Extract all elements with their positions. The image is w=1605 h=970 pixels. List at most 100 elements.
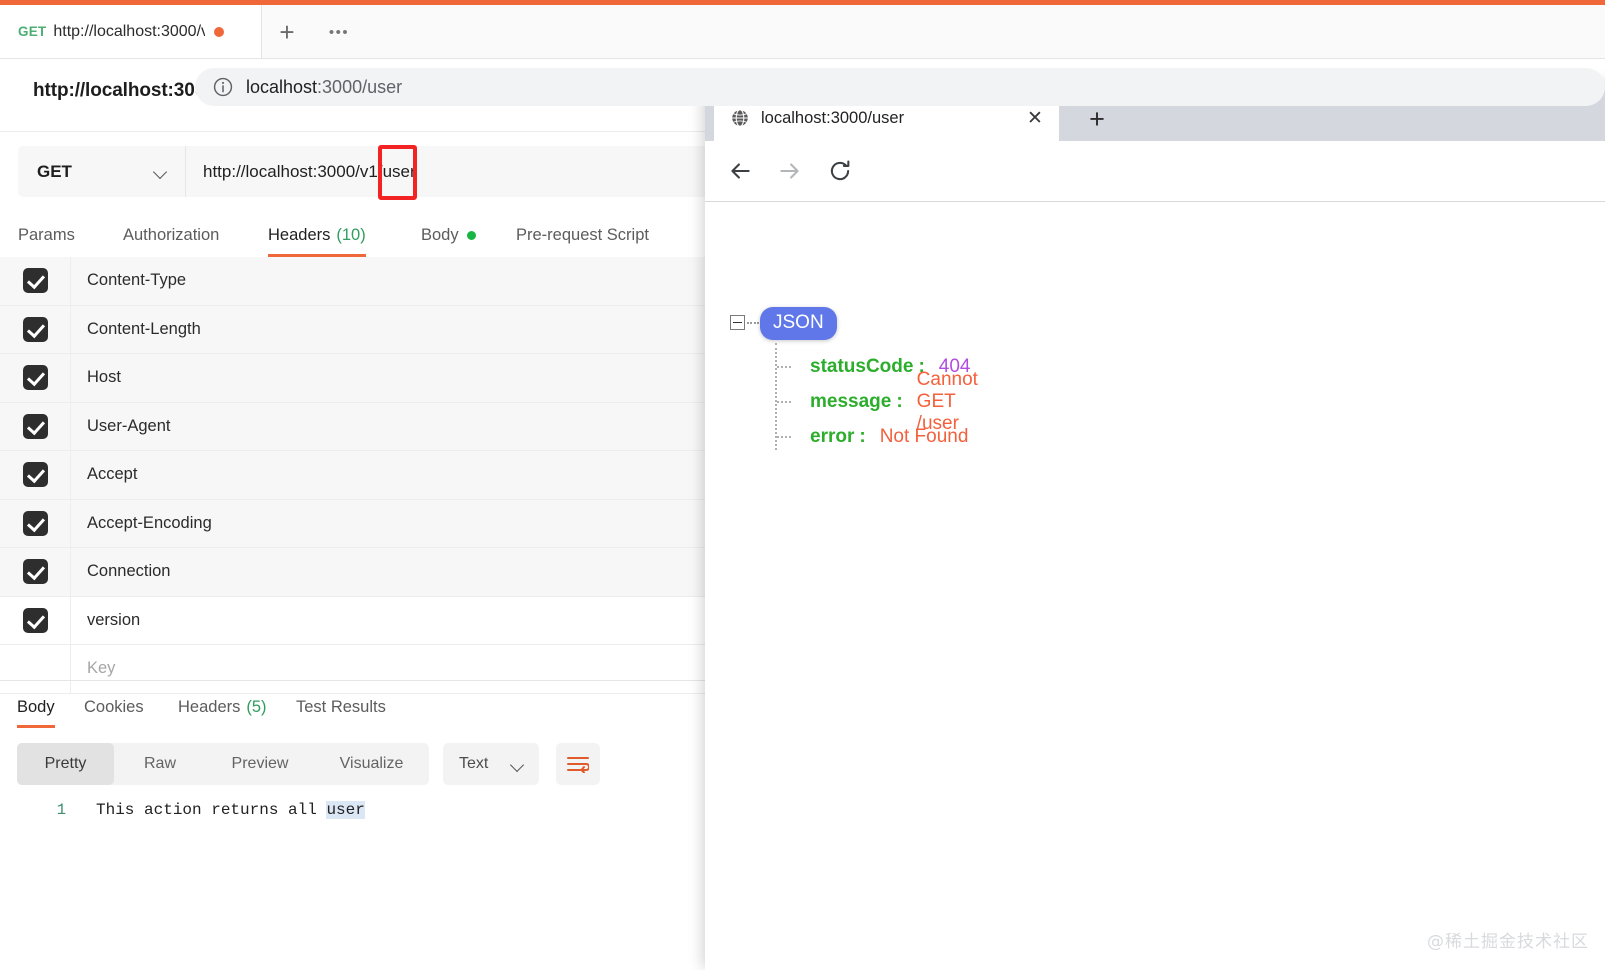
request-url-text: http://localhost:3000/v1/user: [203, 161, 416, 181]
postman-tab-method: GET: [18, 24, 47, 39]
header-key[interactable]: Host: [71, 368, 121, 387]
chevron-down-icon: [511, 760, 525, 769]
header-key[interactable]: User-Agent: [71, 417, 170, 436]
checkbox-icon[interactable]: [22, 607, 48, 633]
response-tabs: Body Cookies Headers (5) Test Results: [0, 686, 708, 728]
tab-body[interactable]: Body: [421, 213, 476, 257]
tab-authorization-label: Authorization: [123, 225, 220, 244]
checkbox-icon[interactable]: [22, 462, 48, 488]
screenshot-root: GET http://localhost:3000/v + ••• http:/…: [0, 0, 1605, 970]
view-mode-visualize[interactable]: Visualize: [314, 743, 429, 785]
json-entries: statusCode : 404 message : Cannot GET /u…: [730, 349, 978, 454]
code-text-highlight: user: [326, 801, 365, 819]
header-key[interactable]: version: [71, 611, 140, 630]
wrap-lines-button[interactable]: [556, 743, 600, 785]
response-format-select[interactable]: Text: [443, 743, 539, 785]
header-key[interactable]: Content-Type: [71, 271, 186, 290]
info-circle-icon: [213, 77, 233, 97]
postman-new-tab-button[interactable]: +: [270, 18, 304, 48]
forward-arrow-icon: [780, 163, 799, 179]
response-tab-test-results[interactable]: Test Results: [296, 686, 386, 728]
browser-tab-title: localhost:3000/user: [761, 108, 905, 127]
response-tab-headers[interactable]: Headers (5): [178, 686, 267, 728]
checkbox-icon[interactable]: [22, 559, 48, 585]
table-row[interactable]: Accept: [0, 451, 708, 500]
checkbox-icon[interactable]: [22, 510, 48, 536]
wrap-lines-icon: [567, 757, 589, 773]
table-row[interactable]: User-Agent: [0, 402, 708, 451]
code-line-text[interactable]: This action returns all user: [96, 798, 365, 822]
address-path: :3000/user: [317, 76, 403, 97]
close-icon[interactable]: ✕: [1021, 104, 1049, 132]
back-button[interactable]: [719, 150, 761, 192]
address-bar-text: localhost:3000/user: [246, 77, 402, 98]
json-separator: :: [896, 390, 903, 412]
response-tab-test-results-label: Test Results: [296, 697, 386, 716]
json-separator: :: [859, 425, 866, 447]
checkbox-icon[interactable]: [22, 316, 48, 342]
body-present-dot-icon: [466, 230, 476, 240]
tab-pre-request-script-label: Pre-request Script: [516, 225, 649, 244]
browser-toolbar: [705, 141, 1605, 201]
header-key[interactable]: Accept-Encoding: [71, 514, 212, 533]
header-key[interactable]: Content-Length: [71, 320, 201, 339]
table-row[interactable]: Content-Type: [0, 257, 708, 306]
postman-request-tab[interactable]: GET http://localhost:3000/v: [0, 5, 262, 58]
header-key[interactable]: Accept: [71, 465, 137, 484]
response-tab-cookies[interactable]: Cookies: [84, 686, 144, 728]
tab-authorization[interactable]: Authorization: [123, 213, 219, 257]
header-enabled-cell: [0, 596, 71, 644]
checkbox-icon[interactable]: [22, 268, 48, 294]
header-enabled-cell: [0, 354, 71, 402]
postman-tab-strip: GET http://localhost:3000/v + •••: [0, 5, 1605, 59]
response-tab-body-label: Body: [17, 697, 55, 716]
address-bar[interactable]: localhost:3000/user: [195, 68, 1605, 106]
json-entry: error : Not Found: [730, 419, 978, 454]
table-row[interactable]: Accept-Encoding: [0, 499, 708, 548]
http-method-select[interactable]: GET: [18, 146, 186, 197]
http-method-label: GET: [37, 161, 72, 181]
json-entry: message : Cannot GET /user: [730, 369, 978, 434]
header-enabled-cell: [0, 499, 71, 547]
forward-button[interactable]: [769, 150, 811, 192]
postman-more-options-icon[interactable]: •••: [322, 23, 356, 43]
tab-params-label: Params: [18, 225, 75, 244]
header-enabled-cell: [0, 451, 71, 499]
response-tab-body[interactable]: Body: [17, 686, 55, 728]
browser-new-tab-button[interactable]: +: [1081, 103, 1113, 135]
checkbox-icon[interactable]: [22, 365, 48, 391]
address-host: localhost: [246, 76, 318, 97]
header-enabled-cell: [0, 402, 71, 450]
table-row[interactable]: version: [0, 596, 708, 645]
tree-connector: [777, 436, 791, 438]
tab-headers-count: (10): [336, 225, 366, 244]
table-row[interactable]: Content-Length: [0, 305, 708, 354]
tree-connector: [777, 366, 791, 368]
table-row[interactable]: Host: [0, 354, 708, 403]
response-divider: [0, 680, 708, 681]
view-mode-pretty[interactable]: Pretty: [17, 743, 114, 785]
headers-table: Content-Type Content-Length Host User-Ag…: [0, 257, 708, 694]
json-key: statusCode: [810, 355, 914, 377]
header-enabled-cell: [0, 548, 71, 596]
collapse-toggle-icon[interactable]: [730, 315, 745, 330]
globe-icon: [731, 109, 749, 127]
checkbox-icon[interactable]: [22, 413, 48, 439]
tab-params[interactable]: Params: [18, 213, 75, 257]
tab-pre-request-script[interactable]: Pre-request Script: [516, 213, 649, 257]
response-format-label: Text: [459, 755, 489, 772]
view-mode-preview[interactable]: Preview: [206, 743, 314, 785]
header-enabled-cell: [0, 257, 71, 305]
new-header-key-input[interactable]: Key: [71, 659, 115, 678]
tab-headers[interactable]: Headers (10): [268, 213, 366, 257]
view-mode-raw[interactable]: Raw: [114, 743, 206, 785]
code-line-number: 1: [56, 801, 66, 819]
reload-button[interactable]: [819, 150, 861, 192]
browser-window: localhost:3000/user ✕ + JSON statusCode …: [705, 85, 1605, 970]
table-row[interactable]: Connection: [0, 548, 708, 597]
json-key: error: [810, 425, 855, 447]
response-tab-headers-count: (5): [246, 697, 267, 716]
reload-icon: [830, 160, 850, 181]
unsaved-dot-icon: [214, 26, 225, 37]
header-key[interactable]: Connection: [71, 562, 170, 581]
